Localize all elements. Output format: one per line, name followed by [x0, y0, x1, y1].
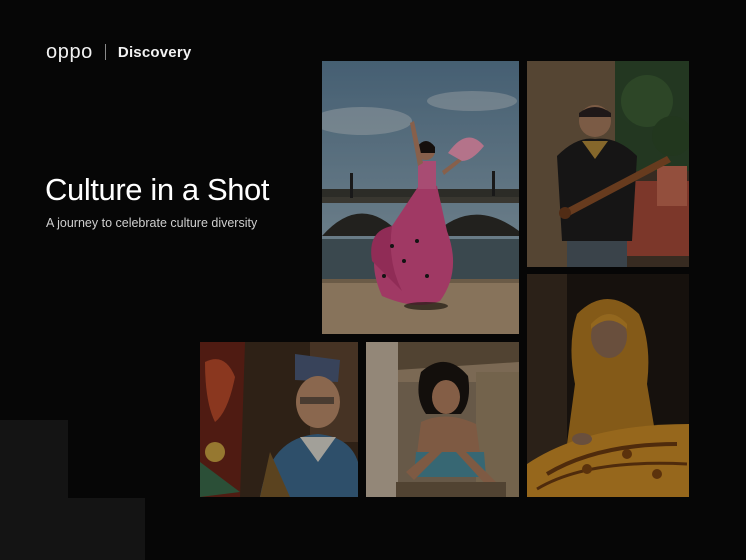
girl-crafting-photo: [366, 342, 519, 497]
puppeteer-photo: [200, 342, 358, 497]
decorative-block: [0, 498, 145, 560]
campaign-banner: oppo Discovery Culture in a Shot A journ…: [0, 0, 746, 560]
flamenco-dancer-photo: [322, 61, 519, 334]
batik-artisan-photo: [527, 274, 689, 497]
brand-bar: oppo Discovery: [46, 41, 191, 63]
discovery-logo: Discovery: [118, 45, 192, 60]
page-subtitle: A journey to celebrate culture diversity: [46, 216, 258, 230]
musician-photo: [527, 61, 689, 267]
oppo-logo: oppo: [46, 41, 93, 63]
page-title: Culture in a Shot: [45, 172, 270, 207]
discovery-logo-text: Discovery: [117, 43, 192, 61]
logo-divider: [104, 44, 106, 60]
